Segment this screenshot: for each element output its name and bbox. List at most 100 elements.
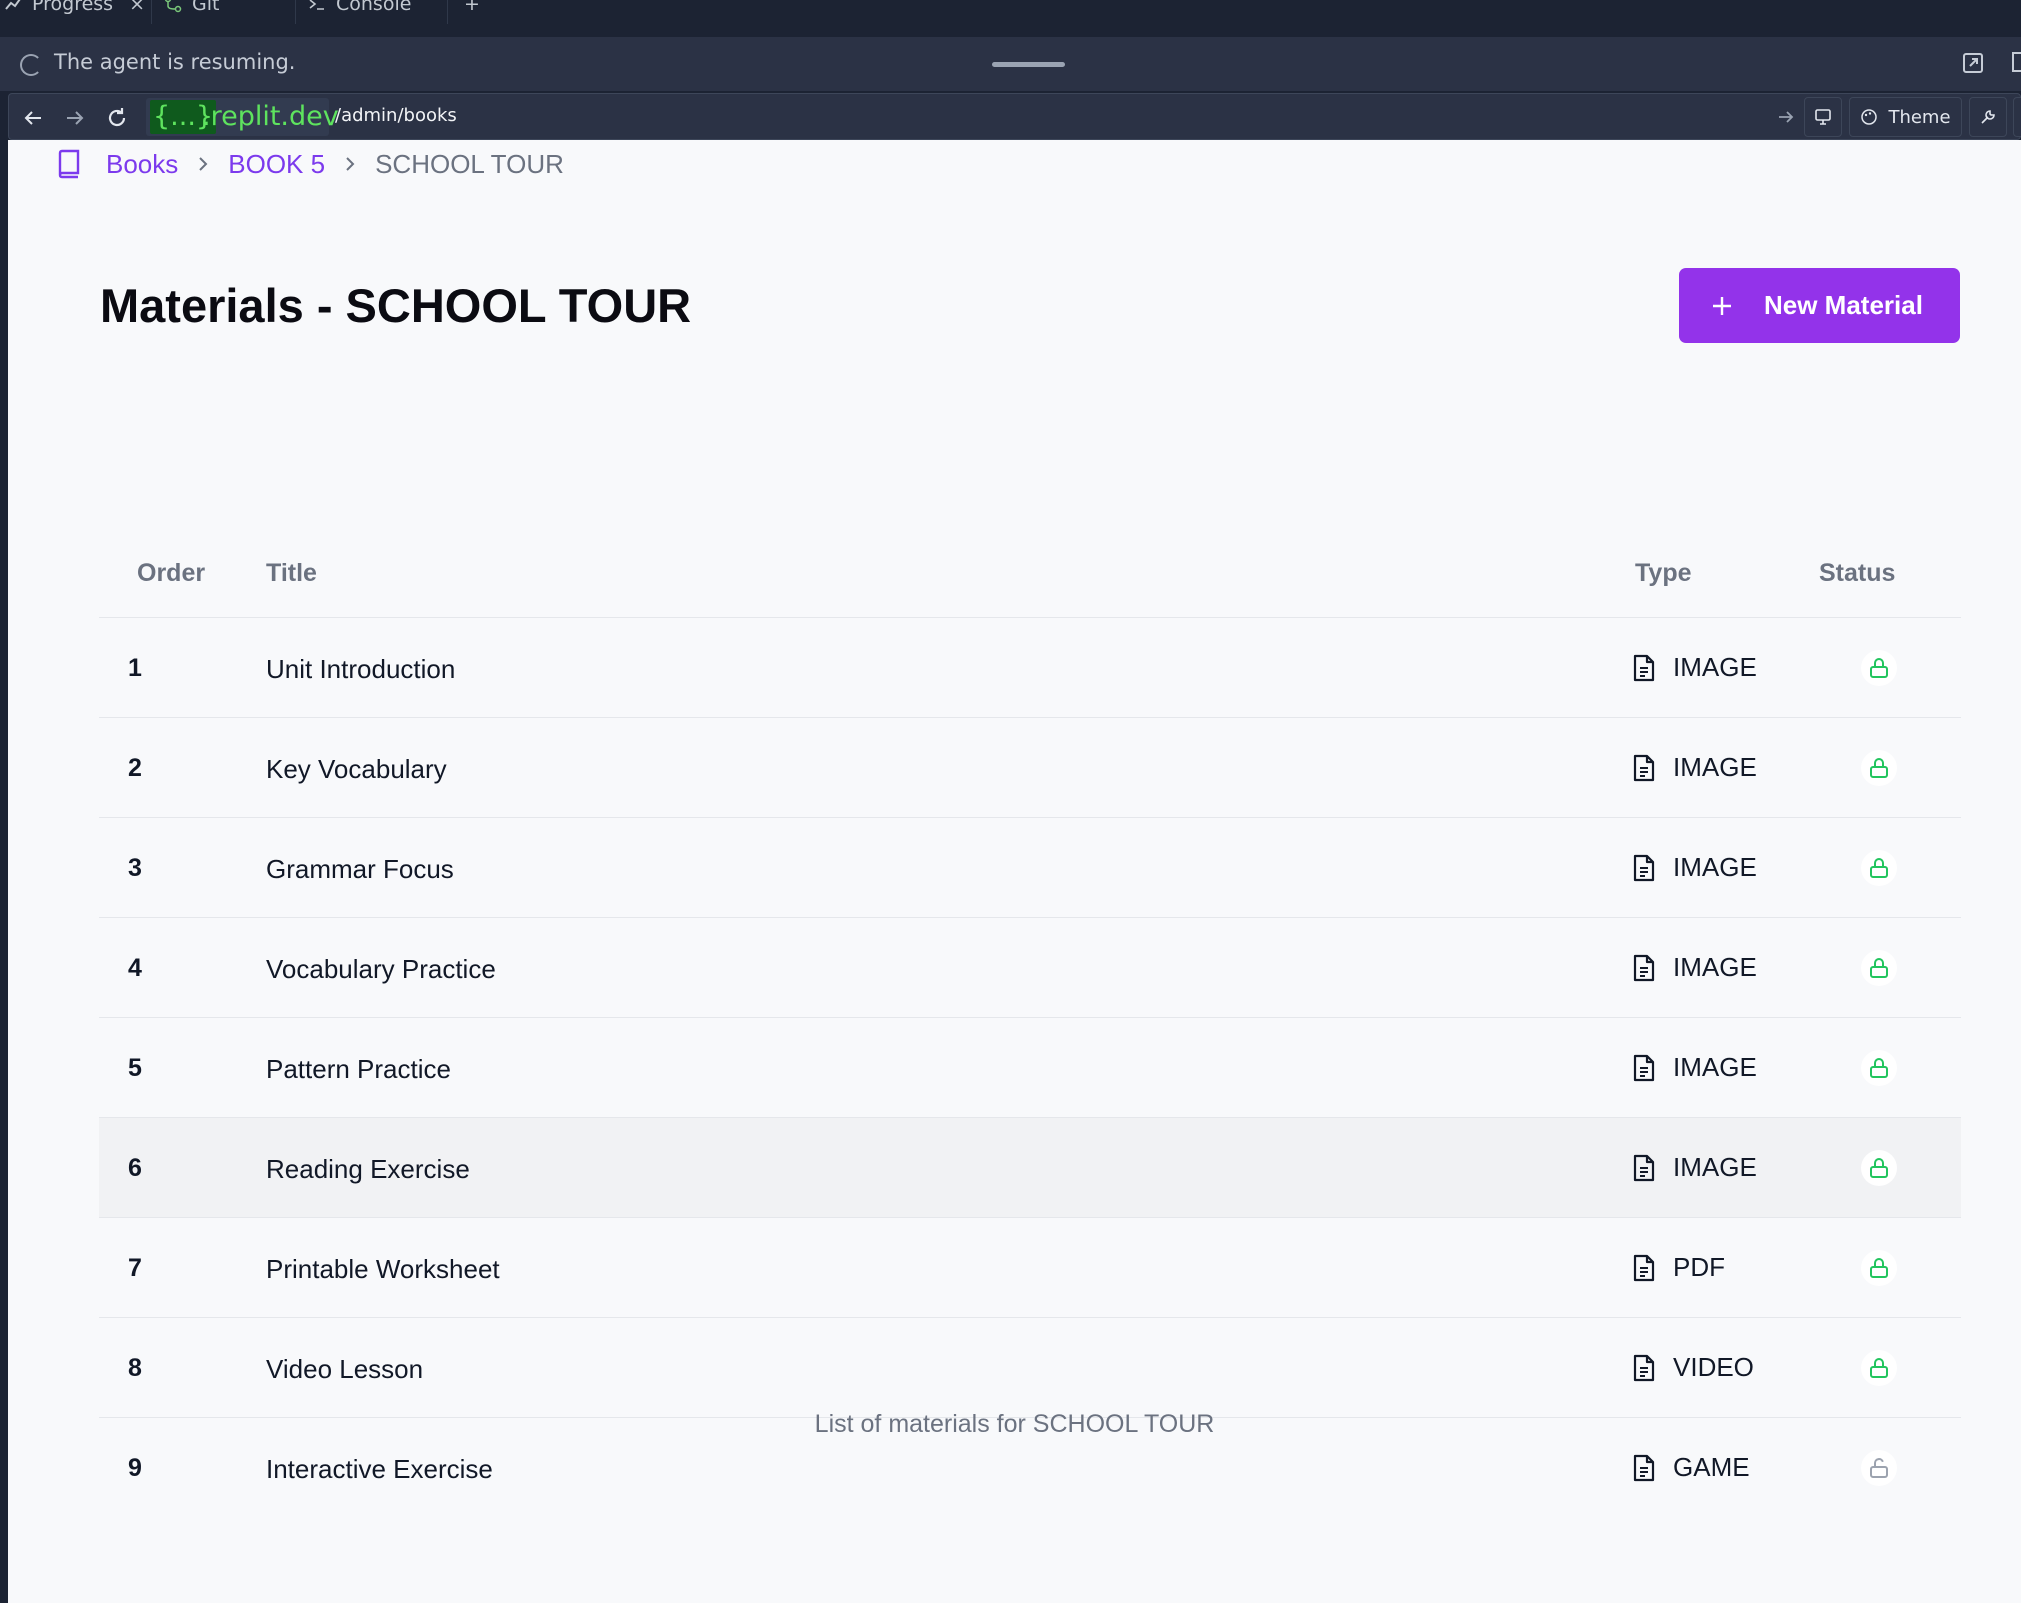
lock-icon (1870, 1158, 1888, 1178)
row-type-label: PDF (1673, 1252, 1725, 1282)
breadcrumb-current: SCHOOL TOUR (375, 148, 564, 179)
lock-icon (1870, 1358, 1888, 1378)
row-type-label: IMAGE (1673, 1052, 1757, 1082)
tab-progress[interactable]: Progress × (0, 0, 152, 24)
monitor-icon (1815, 109, 1831, 125)
row-order: 9 (128, 1454, 142, 1482)
row-order: 5 (128, 1054, 142, 1082)
row-order: 8 (128, 1354, 142, 1382)
table-row[interactable]: 5 Pattern Practice IMAGE (99, 1018, 1961, 1118)
row-title: Unit Introduction (266, 654, 456, 684)
domain-suffix: .replit.dev (202, 101, 339, 132)
row-title: Printable Worksheet (266, 1254, 500, 1284)
table-header: Order Title Type Status (99, 525, 1961, 618)
table-caption: List of materials for SCHOOL TOUR (814, 1410, 1215, 1438)
breadcrumb-book-link[interactable]: BOOK 5 (228, 149, 325, 180)
tab-close-icon[interactable]: × (129, 0, 145, 15)
row-order: 3 (128, 854, 142, 882)
document-icon (1633, 1454, 1655, 1481)
document-icon (1633, 1054, 1655, 1081)
status-toggle[interactable] (1861, 650, 1897, 686)
document-icon (1633, 854, 1655, 881)
page-title: Materials - SCHOOL TOUR (100, 279, 692, 332)
table-row[interactable]: 7 Printable Worksheet PDF (99, 1218, 1961, 1318)
lock-icon (1870, 1058, 1888, 1078)
column-header-order: Order (137, 559, 206, 587)
reload-icon[interactable] (105, 106, 129, 130)
table-body: 1 Unit Introduction IMAGE 2 Key Vocabulary IM… (99, 618, 1961, 1518)
table-row[interactable]: 1 Unit Introduction IMAGE (99, 618, 1961, 718)
more-button[interactable] (2013, 97, 2021, 137)
table-row[interactable]: 2 Key Vocabulary IMAGE (99, 718, 1961, 818)
row-type: IMAGE (1631, 752, 1757, 783)
lock-icon (1870, 958, 1888, 978)
table-row[interactable]: 4 Vocabulary Practice IMAGE (99, 918, 1961, 1018)
console-icon (309, 0, 324, 10)
add-tab-button[interactable]: + (448, 0, 498, 24)
status-toggle[interactable] (1861, 1350, 1897, 1386)
book-icon (58, 149, 80, 179)
tab-git[interactable]: Git (152, 0, 296, 24)
unlock-icon (1870, 1458, 1888, 1478)
tab-git-label: Git (192, 0, 220, 15)
status-toggle[interactable] (1861, 1250, 1897, 1286)
row-type-label: IMAGE (1673, 1152, 1757, 1182)
lock-icon (1870, 1258, 1888, 1278)
row-title: Video Lesson (266, 1354, 424, 1384)
row-type: IMAGE (1631, 1152, 1757, 1183)
back-arrow-icon[interactable] (21, 106, 45, 130)
devtools-button[interactable] (1969, 97, 2007, 137)
status-toggle[interactable] (1861, 1450, 1897, 1486)
agent-status-bar: The agent is resuming. (0, 37, 2021, 91)
table-row[interactable]: 8 Video Lesson VIDEO (99, 1318, 1961, 1418)
row-title: Grammar Focus (266, 854, 454, 884)
expand-icon[interactable] (1962, 52, 1984, 74)
theme-button[interactable]: Theme (1849, 97, 1962, 137)
document-icon (1633, 1154, 1655, 1181)
status-toggle[interactable] (1861, 750, 1897, 786)
row-type: IMAGE (1631, 952, 1757, 983)
pin-icon[interactable] (2012, 52, 2021, 72)
url-path-input[interactable]: /admin/books (335, 105, 457, 126)
ide-tab-bar: Progress × Git Console + (0, 0, 2021, 24)
row-type-label: IMAGE (1673, 752, 1757, 782)
column-header-type: Type (1635, 559, 1692, 587)
tab-progress-label: Progress (32, 0, 114, 15)
drag-handle[interactable] (992, 62, 1065, 67)
column-header-title: Title (266, 559, 317, 587)
row-type-label: IMAGE (1673, 852, 1757, 882)
row-order: 6 (128, 1154, 142, 1182)
git-icon (164, 0, 182, 13)
lock-icon (1870, 858, 1888, 878)
forward-arrow-icon[interactable] (63, 106, 87, 130)
status-toggle[interactable] (1861, 1150, 1897, 1186)
document-icon (1633, 954, 1655, 981)
table-row[interactable]: 6 Reading Exercise IMAGE (99, 1118, 1961, 1218)
document-icon (1633, 1354, 1655, 1381)
webview-url-bar: {...} .replit.dev /admin/books Theme (8, 93, 2021, 140)
tab-console[interactable]: Console (296, 0, 448, 24)
app-viewport: Books BOOK 5 SCHOOL TOUR Materials - SCH… (8, 140, 2021, 1603)
document-icon (1633, 754, 1655, 781)
go-arrow-icon[interactable] (1776, 107, 1796, 127)
wrench-icon (1981, 110, 1995, 124)
plus-icon (1713, 296, 1731, 315)
row-order: 2 (128, 754, 142, 782)
table-row[interactable]: 3 Grammar Focus IMAGE (99, 818, 1961, 918)
agent-status-text: The agent is resuming. (54, 50, 296, 74)
breadcrumb-books-link[interactable]: Books (106, 149, 178, 180)
new-material-button[interactable]: New Material (1679, 268, 1960, 343)
status-toggle[interactable] (1861, 850, 1897, 886)
row-title: Pattern Practice (266, 1054, 451, 1084)
status-toggle[interactable] (1861, 1050, 1897, 1086)
lock-icon (1870, 758, 1888, 778)
row-type: IMAGE (1631, 852, 1757, 883)
row-title: Reading Exercise (266, 1154, 470, 1184)
devices-button[interactable] (1804, 97, 1842, 137)
chevron-right-icon (196, 155, 210, 173)
lock-icon (1870, 658, 1888, 678)
theme-label: Theme (1888, 106, 1951, 128)
row-order: 7 (128, 1254, 142, 1282)
row-title: Interactive Exercise (266, 1454, 493, 1484)
status-toggle[interactable] (1861, 950, 1897, 986)
